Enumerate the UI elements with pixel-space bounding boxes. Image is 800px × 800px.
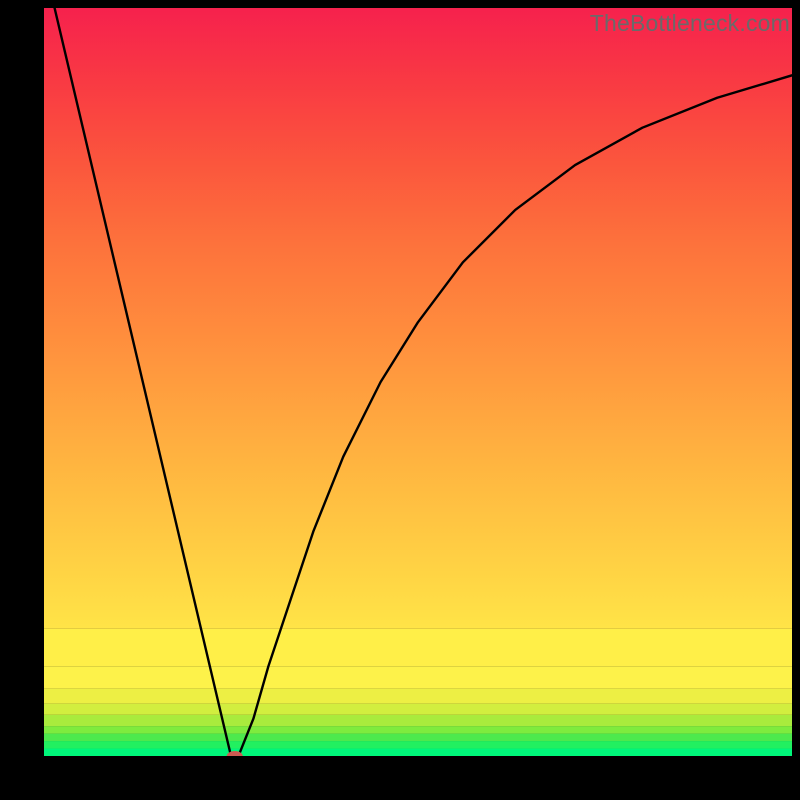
chart-frame: TheBottleneck.com — [0, 0, 800, 800]
watermark-label: TheBottleneck.com — [590, 10, 790, 37]
plot-area — [44, 8, 792, 756]
chart-svg — [44, 8, 792, 756]
